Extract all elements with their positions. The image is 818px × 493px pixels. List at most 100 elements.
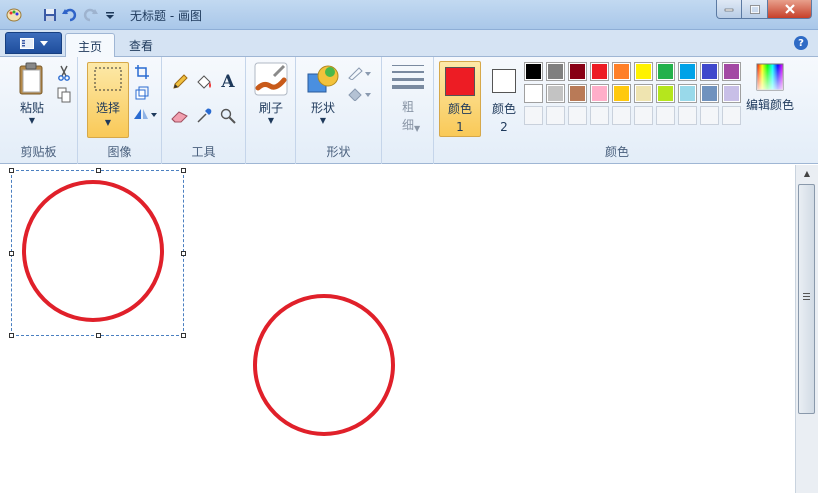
redo-icon[interactable] — [80, 5, 100, 25]
palette-swatch[interactable] — [590, 62, 609, 81]
custom-color-slot[interactable] — [634, 106, 653, 125]
paste-button[interactable]: 粘贴 ▼ — [12, 62, 52, 125]
size-button[interactable]: 粗细 ▼ — [388, 64, 428, 134]
palette-swatch[interactable] — [590, 84, 609, 103]
resize-icon[interactable] — [132, 83, 152, 103]
rotate-icon[interactable] — [132, 104, 158, 124]
save-icon[interactable] — [40, 5, 60, 25]
custom-color-slot[interactable] — [612, 106, 631, 125]
fill-shape-icon[interactable] — [346, 84, 374, 104]
palette-swatch[interactable] — [722, 62, 741, 81]
size-group: 粗细 ▼ — [382, 57, 434, 164]
quick-access-toolbar — [4, 5, 120, 25]
custom-color-slot[interactable] — [722, 106, 741, 125]
palette-swatch[interactable] — [612, 62, 631, 81]
palette-swatch[interactable] — [656, 84, 675, 103]
circle-2[interactable] — [253, 294, 395, 436]
palette-swatch[interactable] — [634, 62, 653, 81]
resize-handle[interactable] — [9, 168, 14, 173]
close-button[interactable] — [768, 0, 812, 19]
ribbon-tab-row: 主页 查看 ? — [0, 30, 818, 58]
palette-swatch[interactable] — [700, 84, 719, 103]
line-width-icon — [392, 65, 424, 89]
brushes-label: 刷子 — [258, 101, 283, 115]
title-bar: 无标题 - 画图 — [0, 0, 818, 30]
palette-swatch[interactable] — [568, 62, 587, 81]
chevron-down-icon: ▼ — [104, 118, 112, 127]
magnifier-icon[interactable] — [218, 106, 238, 126]
customize-quick-access-icon[interactable] — [100, 5, 120, 25]
palette-swatch[interactable] — [678, 62, 697, 81]
copy-icon[interactable] — [54, 85, 74, 105]
cut-icon[interactable] — [54, 63, 74, 83]
paste-label: 粘贴 — [19, 101, 44, 115]
undo-icon[interactable] — [60, 5, 80, 25]
selection-rectangle[interactable] — [9, 168, 186, 338]
custom-color-slot[interactable] — [546, 106, 565, 125]
crop-icon[interactable] — [132, 62, 152, 82]
scroll-up-icon[interactable]: ▲ — [796, 165, 818, 182]
tab-view[interactable]: 查看 — [117, 33, 165, 58]
resize-handle[interactable] — [96, 333, 101, 338]
shapes-group: 形状 ▼ 形状 — [296, 57, 382, 164]
custom-color-slot[interactable] — [700, 106, 719, 125]
image-group: 选择 ▼ 图像 — [78, 57, 162, 164]
select-label: 选择 — [95, 101, 120, 115]
edit-colors-button[interactable]: 编辑颜色 — [742, 62, 798, 113]
vertical-scrollbar[interactable]: ▲ — [795, 165, 818, 493]
custom-color-slot[interactable] — [568, 106, 587, 125]
resize-handle[interactable] — [9, 251, 14, 256]
scroll-thumb[interactable] — [798, 184, 815, 414]
select-rectangle-icon — [94, 67, 122, 91]
edit-colors-label: 编辑颜色 — [745, 98, 794, 112]
resize-handle[interactable] — [9, 333, 14, 338]
help-icon[interactable]: ? — [794, 36, 808, 50]
drawing-canvas[interactable] — [0, 165, 795, 493]
resize-handle[interactable] — [181, 333, 186, 338]
palette-swatch[interactable] — [612, 84, 631, 103]
file-menu-icon — [19, 37, 34, 49]
palette-swatch[interactable] — [546, 84, 565, 103]
paint-app-icon[interactable] — [4, 5, 24, 25]
outline-icon[interactable] — [346, 63, 374, 83]
color1-button[interactable]: 颜色 1 — [439, 61, 481, 137]
color-picker-icon[interactable] — [194, 106, 214, 126]
file-menu-button[interactable] — [5, 32, 62, 54]
tools-group-label: 工具 — [191, 145, 216, 159]
eraser-icon[interactable] — [170, 106, 190, 126]
palette-swatch[interactable] — [700, 62, 719, 81]
chevron-down-icon — [39, 40, 48, 46]
image-group-label: 图像 — [107, 145, 132, 159]
text-icon[interactable]: A — [218, 72, 238, 92]
color-spectrum-icon — [756, 63, 784, 91]
custom-color-slot[interactable] — [524, 106, 543, 125]
brushes-button[interactable]: 刷子 ▼ — [251, 62, 291, 125]
fill-icon[interactable] — [194, 72, 214, 92]
palette-swatch[interactable] — [546, 62, 565, 81]
custom-color-slot[interactable] — [656, 106, 675, 125]
select-button[interactable]: 选择 ▼ — [87, 62, 129, 138]
palette-swatch[interactable] — [656, 62, 675, 81]
palette-swatch[interactable] — [524, 62, 543, 81]
shapes-button[interactable]: 形状 ▼ — [303, 62, 343, 125]
custom-color-slot[interactable] — [590, 106, 609, 125]
palette-swatch[interactable] — [722, 84, 741, 103]
colors-group-label: 颜色 — [604, 145, 629, 159]
clipboard-group-label: 剪贴板 — [20, 145, 57, 159]
tools-group: A 工具 — [162, 57, 246, 164]
palette-swatch[interactable] — [634, 84, 653, 103]
color2-button[interactable]: 颜色 2 — [483, 61, 525, 137]
palette-swatch[interactable] — [678, 84, 697, 103]
resize-handle[interactable] — [96, 168, 101, 173]
resize-handle[interactable] — [181, 168, 186, 173]
minimize-button[interactable] — [716, 0, 742, 19]
minimize-icon — [724, 8, 734, 12]
pencil-icon[interactable] — [170, 72, 190, 92]
tab-home[interactable]: 主页 — [65, 33, 116, 58]
palette-swatch[interactable] — [568, 84, 587, 103]
palette-swatch[interactable] — [524, 84, 543, 103]
maximize-button[interactable] — [742, 0, 768, 19]
resize-handle[interactable] — [181, 251, 186, 256]
custom-color-slot[interactable] — [678, 106, 697, 125]
chevron-down-icon: ▼ — [267, 116, 275, 125]
